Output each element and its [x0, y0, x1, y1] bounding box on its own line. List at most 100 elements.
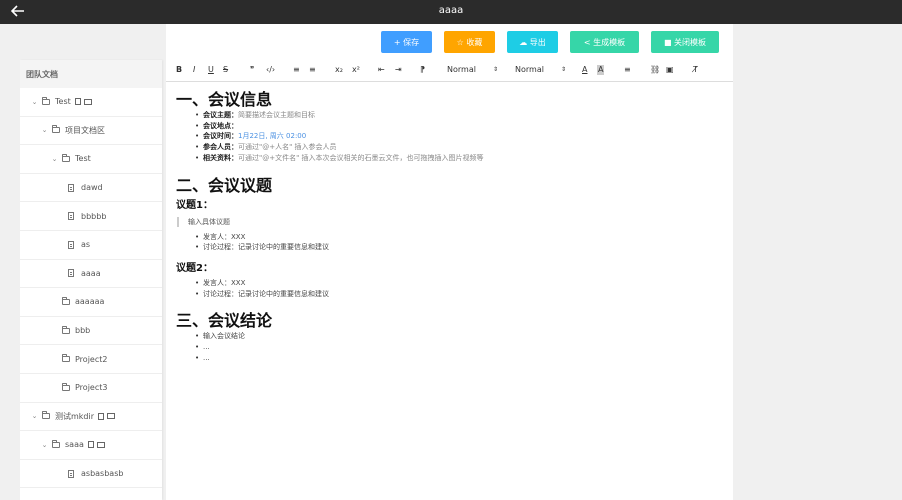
- tree-item[interactable]: asbasbasb: [20, 460, 162, 489]
- chevron-down-icon[interactable]: ⌄: [30, 412, 39, 420]
- size-select-value: Normal: [447, 65, 476, 74]
- top-bar: aaaa: [0, 0, 902, 24]
- file-icon: [68, 212, 74, 221]
- tree-item-label: Test: [75, 154, 91, 164]
- chevron-down-icon[interactable]: ⌄: [50, 155, 59, 163]
- superscript-button[interactable]: x²: [352, 65, 360, 75]
- list-item: 会议时间：1月22日, 周六 02:00: [176, 131, 726, 142]
- tree-item[interactable]: bbb: [20, 317, 162, 346]
- bold-button[interactable]: B: [176, 65, 182, 75]
- tree-item-label: bbb: [75, 326, 91, 336]
- indent-button[interactable]: ⇥: [395, 65, 402, 75]
- export-button[interactable]: ☁ 导出: [507, 31, 558, 53]
- new-folder-icon[interactable]: [83, 98, 92, 105]
- tree-item[interactable]: as: [20, 231, 162, 260]
- subscript-button[interactable]: x₂: [335, 65, 343, 75]
- folder-icon: [62, 354, 70, 363]
- list-item: 相关资料：可通过"@+文件名" 插入本次会议相关的石墨云文件，也可拖拽插入图片视…: [176, 153, 726, 164]
- list-item: 会议主题：简要描述会议主题和目标: [176, 110, 726, 121]
- new-file-icon[interactable]: [98, 412, 105, 420]
- tree-item[interactable]: bbbbb: [20, 202, 162, 231]
- tree-item-label: aaaaaa: [75, 297, 105, 307]
- folder-icon: [42, 411, 50, 420]
- background-color-button[interactable]: A: [597, 65, 605, 75]
- sidebar-header: 团队文档: [20, 60, 162, 88]
- tree-item[interactable]: Project2: [20, 345, 162, 374]
- list-item: 讨论过程：记录讨论中的重要信息和建议: [176, 242, 726, 253]
- file-icon: [68, 269, 74, 278]
- link-button[interactable]: ⛓: [650, 65, 660, 75]
- topic-2-heading: 议题2：: [176, 262, 213, 274]
- image-button[interactable]: ▣: [666, 65, 674, 75]
- topic-1-heading: 议题1：: [176, 199, 213, 211]
- right-margin: [736, 24, 902, 500]
- outdent-button[interactable]: ⇤: [378, 65, 385, 75]
- underline-button[interactable]: U: [208, 65, 214, 75]
- tree-item[interactable]: ⌄ 项目文档区: [20, 117, 162, 146]
- header-select[interactable]: Normal ⇕: [515, 65, 575, 75]
- bullet-list-button[interactable]: ≡: [309, 65, 316, 75]
- blockquote-button[interactable]: ❞: [250, 65, 254, 75]
- list-item: 发言人：XXX: [176, 278, 726, 289]
- strike-button[interactable]: S: [223, 65, 228, 75]
- text-direction-button[interactable]: ⁋: [420, 65, 425, 75]
- list-item: ...: [176, 342, 726, 353]
- document-content[interactable]: 一、会议信息 会议主题：简要描述会议主题和目标 会议地点： 会议时间：1月22日…: [176, 90, 726, 363]
- list-item: 会议地点：: [176, 121, 726, 132]
- chevron-down-icon[interactable]: ⌄: [40, 441, 49, 449]
- editor-panel: + 保存 ☆ 收藏 ☁ 导出 < 生成模板 ■ 关闭模板 B I U S ❞ ‹…: [166, 24, 733, 500]
- file-icon: [68, 469, 74, 478]
- tree-item[interactable]: ⌄ saaa: [20, 431, 162, 460]
- folder-icon: [62, 382, 70, 391]
- clean-format-button[interactable]: T̸: [693, 65, 698, 75]
- new-folder-icon[interactable]: [107, 413, 116, 420]
- tree-item[interactable]: ⌄ Test: [20, 145, 162, 174]
- chevron-down-icon[interactable]: ⌄: [40, 126, 49, 134]
- list-item: 输入会议结论: [176, 331, 726, 342]
- tree-item[interactable]: aaaaaa: [20, 288, 162, 317]
- header-select-chevron-icon: ⇕: [561, 66, 567, 73]
- format-toolbar: B I U S ❞ ‹/› ≡ ≡ x₂ x² ⇤ ⇥ ⁋ Normal ⇕ N…: [166, 60, 733, 82]
- size-select-chevron-icon: ⇕: [493, 66, 499, 73]
- topic-1-quote: 输入具体议题: [177, 216, 726, 227]
- tree-item[interactable]: ⌄ Test: [20, 88, 162, 117]
- align-button[interactable]: ≡: [624, 65, 631, 75]
- generate-template-button[interactable]: < 生成模板: [570, 31, 639, 53]
- heading-meeting-topics: 二、会议议题: [176, 175, 273, 195]
- code-block-button[interactable]: ‹/›: [266, 65, 275, 75]
- folder-icon: [62, 296, 70, 305]
- action-bar: + 保存 ☆ 收藏 ☁ 导出 < 生成模板 ■ 关闭模板: [166, 24, 733, 60]
- new-file-icon[interactable]: [87, 441, 94, 449]
- list-item: 参会人员：可通过"@+人名" 插入参会人员: [176, 142, 726, 153]
- size-select[interactable]: Normal ⇕: [447, 65, 507, 75]
- tree-item-label: 项目文档区: [65, 125, 105, 135]
- folder-icon: [52, 125, 60, 134]
- list-item: ...: [176, 353, 726, 364]
- tree-item[interactable]: aaaa: [20, 260, 162, 289]
- font-color-button[interactable]: A: [582, 65, 587, 75]
- new-file-icon[interactable]: [74, 98, 81, 106]
- tree-item[interactable]: dawd: [20, 174, 162, 203]
- folder-icon: [42, 96, 50, 105]
- document-tree: ⌄ Test ⌄ 项目文档区 ⌄ Test dawd bbbbb as aaaa aaaaaa bbb…: [20, 88, 162, 489]
- tree-item-label: bbbbb: [81, 211, 107, 221]
- close-template-button[interactable]: ■ 关闭模板: [651, 31, 719, 53]
- save-button[interactable]: + 保存: [381, 31, 432, 53]
- topic-2-list: 发言人：XXX 讨论过程：记录讨论中的重要信息和建议: [176, 278, 726, 299]
- collect-button[interactable]: ☆ 收藏: [444, 31, 495, 53]
- ordered-list-button[interactable]: ≡: [293, 65, 300, 75]
- file-icon: [68, 183, 74, 192]
- new-folder-icon[interactable]: [96, 441, 105, 448]
- tree-item[interactable]: ⌄ 测试mkdir: [20, 403, 162, 432]
- list-item: 发言人：XXX: [176, 232, 726, 243]
- italic-button[interactable]: I: [193, 65, 195, 75]
- tree-item-label: 测试mkdir: [55, 411, 95, 421]
- tree-item[interactable]: Project3: [20, 374, 162, 403]
- tree-item-label: Project3: [75, 383, 108, 393]
- folder-icon: [52, 439, 60, 448]
- window-title: aaaa: [438, 5, 464, 16]
- topic-1-list: 发言人：XXX 讨论过程：记录讨论中的重要信息和建议: [176, 232, 726, 253]
- chevron-down-icon[interactable]: ⌄: [30, 98, 39, 106]
- document-sidebar: 团队文档 ⌄ Test ⌄ 项目文档区 ⌄ Test dawd bbbbb as aaaa aaaa…: [20, 60, 162, 500]
- heading-meeting-info: 一、会议信息: [176, 90, 273, 109]
